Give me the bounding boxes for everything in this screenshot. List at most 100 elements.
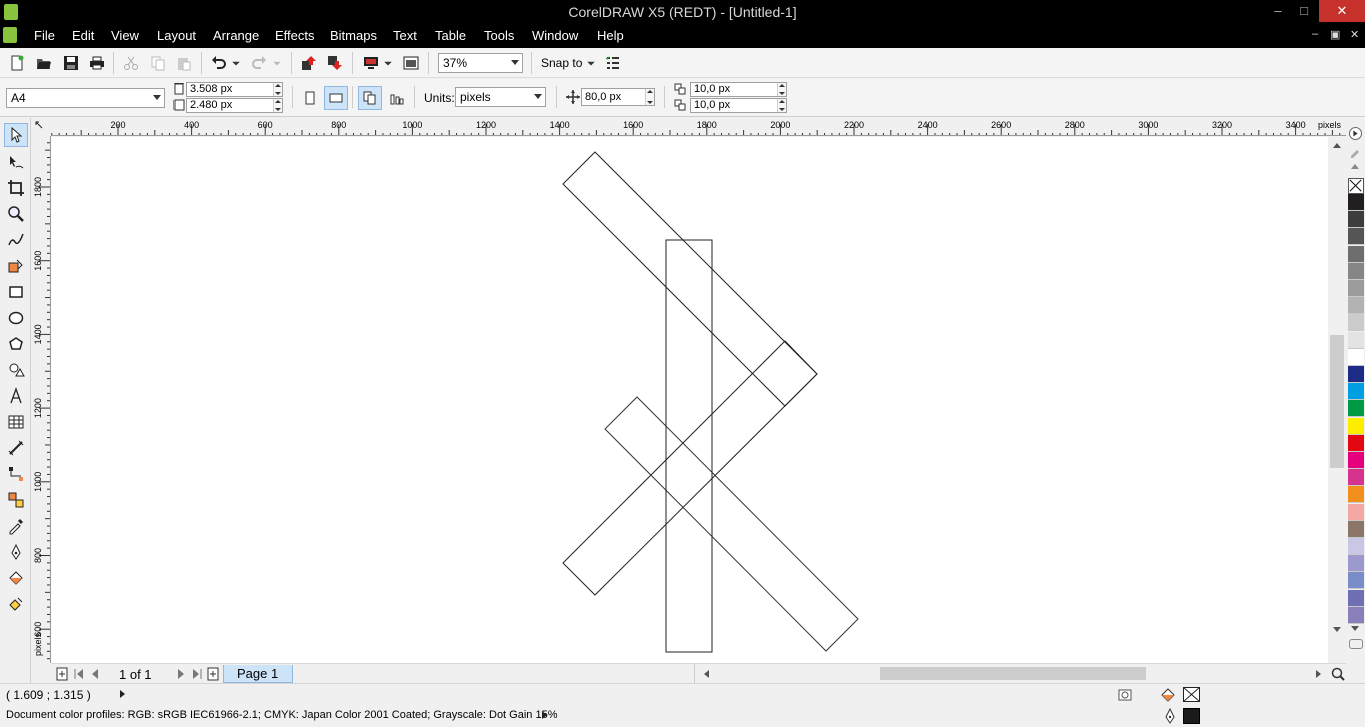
options-icon[interactable] bbox=[604, 54, 622, 72]
ellipse-tool-icon[interactable] bbox=[4, 306, 28, 330]
color-swatch[interactable] bbox=[1348, 417, 1364, 435]
application-launcher-icon[interactable] bbox=[362, 54, 380, 72]
open-icon[interactable] bbox=[35, 54, 53, 72]
minimize-button[interactable]: – bbox=[1264, 0, 1292, 22]
import-icon[interactable] bbox=[300, 54, 318, 72]
color-swatch[interactable] bbox=[1348, 434, 1364, 452]
print-icon[interactable] bbox=[88, 54, 106, 72]
blend-tool-icon[interactable] bbox=[4, 488, 28, 512]
current-page-button[interactable] bbox=[385, 86, 409, 110]
color-swatch[interactable] bbox=[1348, 297, 1364, 315]
color-swatch[interactable] bbox=[1348, 194, 1364, 211]
eyedropper-tool-icon[interactable] bbox=[4, 514, 28, 538]
fill-tool-icon[interactable] bbox=[4, 566, 28, 590]
menu-tools[interactable]: Tools bbox=[484, 28, 514, 43]
basic-shapes-tool-icon[interactable] bbox=[4, 358, 28, 382]
maximize-button[interactable]: □ bbox=[1290, 0, 1318, 22]
scroll-left-icon[interactable] bbox=[704, 670, 709, 678]
table-tool-icon[interactable] bbox=[4, 410, 28, 434]
rotated-rectangle-upper[interactable] bbox=[562, 151, 818, 407]
smart-fill-tool-icon[interactable] bbox=[4, 254, 28, 278]
menu-text[interactable]: Text bbox=[393, 28, 417, 43]
rectangle-tool-icon[interactable] bbox=[4, 280, 28, 304]
vertical-rectangle[interactable] bbox=[665, 239, 713, 653]
landscape-button[interactable] bbox=[324, 86, 348, 110]
color-swatch[interactable] bbox=[1348, 572, 1364, 590]
paste-icon[interactable] bbox=[175, 54, 193, 72]
page-height-field[interactable]: 2.480 px bbox=[186, 98, 283, 113]
page-width-field[interactable]: 3.508 px bbox=[186, 82, 283, 97]
zoom-tool-icon[interactable] bbox=[4, 202, 28, 226]
status-expand-icon[interactable] bbox=[120, 690, 125, 698]
color-swatch[interactable] bbox=[1348, 331, 1364, 349]
save-icon[interactable] bbox=[62, 54, 80, 72]
interactive-fill-tool-icon[interactable] bbox=[4, 592, 28, 616]
page-height-spinner[interactable] bbox=[273, 99, 282, 112]
previous-page-icon[interactable] bbox=[86, 665, 104, 683]
portrait-button[interactable] bbox=[298, 86, 322, 110]
page-width-spinner[interactable] bbox=[273, 83, 282, 96]
color-swatch[interactable] bbox=[1348, 280, 1364, 297]
menu-file[interactable]: File bbox=[34, 28, 55, 43]
palette-eyedropper-icon[interactable] bbox=[1349, 144, 1363, 161]
palette-scroll-up-icon[interactable] bbox=[1351, 164, 1359, 169]
menu-window[interactable]: Window bbox=[532, 28, 578, 43]
snap-status-icon[interactable] bbox=[1117, 687, 1133, 706]
doc-restore-button[interactable]: ▣ bbox=[1330, 28, 1340, 41]
launcher-dropdown-icon[interactable] bbox=[383, 54, 393, 72]
redo-dropdown-icon[interactable] bbox=[272, 54, 282, 72]
connector-tool-icon[interactable] bbox=[4, 462, 28, 486]
fill-color-swatch[interactable] bbox=[1183, 687, 1200, 702]
crop-tool-icon[interactable] bbox=[4, 176, 28, 200]
snap-dropdown-icon[interactable] bbox=[586, 54, 596, 72]
color-swatch[interactable] bbox=[1348, 245, 1364, 263]
page-tab[interactable]: Page 1 bbox=[223, 665, 293, 683]
menu-arrange[interactable]: Arrange bbox=[213, 28, 259, 43]
nudge-field[interactable]: 80,0 px bbox=[581, 88, 655, 106]
drawing-canvas[interactable] bbox=[51, 137, 1328, 663]
color-swatch[interactable] bbox=[1348, 538, 1364, 555]
rotated-rectangle-lower[interactable] bbox=[604, 396, 859, 652]
vertical-scroll-thumb[interactable] bbox=[1330, 335, 1344, 468]
color-swatch[interactable] bbox=[1348, 589, 1364, 607]
palette-expand-icon[interactable] bbox=[1349, 639, 1363, 649]
menu-layout[interactable]: Layout bbox=[157, 28, 196, 43]
menu-bitmaps[interactable]: Bitmaps bbox=[330, 28, 377, 43]
profiles-expand-icon[interactable] bbox=[542, 711, 547, 719]
vertical-scrollbar[interactable] bbox=[1328, 137, 1346, 663]
color-swatch[interactable] bbox=[1348, 400, 1364, 418]
color-swatch[interactable] bbox=[1348, 262, 1364, 280]
shape-tool-icon[interactable] bbox=[4, 150, 28, 174]
horizontal-scroll-thumb[interactable] bbox=[880, 667, 1146, 680]
units-combo[interactable]: pixels bbox=[455, 87, 546, 107]
nudge-spinner[interactable] bbox=[645, 89, 654, 105]
color-swatch[interactable] bbox=[1348, 452, 1364, 469]
color-swatch[interactable] bbox=[1348, 503, 1364, 521]
color-swatch[interactable] bbox=[1348, 314, 1364, 332]
color-swatch[interactable] bbox=[1348, 228, 1364, 246]
close-window-button[interactable]: ✕ bbox=[1319, 0, 1365, 22]
cut-icon[interactable] bbox=[122, 54, 140, 72]
color-swatch[interactable] bbox=[1348, 348, 1364, 366]
duplicate-y-field[interactable]: 10,0 px bbox=[690, 98, 787, 113]
scroll-right-icon[interactable] bbox=[1316, 670, 1321, 678]
outline-color-swatch[interactable] bbox=[1183, 708, 1200, 724]
document-icon[interactable] bbox=[3, 27, 17, 43]
polygon-tool-icon[interactable] bbox=[4, 332, 28, 356]
outline-pen-tool-icon[interactable] bbox=[4, 540, 28, 564]
redo-icon[interactable] bbox=[250, 54, 268, 72]
rotated-rectangle-middle[interactable] bbox=[562, 340, 818, 596]
zoom-navigator-icon[interactable] bbox=[1329, 665, 1347, 683]
undo-dropdown-icon[interactable] bbox=[231, 54, 241, 72]
duplicate-x-spinner[interactable] bbox=[777, 83, 786, 96]
doc-minimize-button[interactable]: – bbox=[1312, 28, 1318, 40]
export-icon[interactable] bbox=[326, 54, 344, 72]
new-document-icon[interactable] bbox=[8, 54, 26, 72]
scroll-up-icon[interactable] bbox=[1333, 143, 1341, 148]
color-swatch[interactable] bbox=[1348, 211, 1364, 229]
horizontal-ruler[interactable]: 200 400 600 800 1000 1200 1400 1600 1800 2000 2200… bbox=[51, 118, 1346, 136]
snap-to-label[interactable]: Snap to bbox=[541, 56, 582, 70]
duplicate-y-spinner[interactable] bbox=[777, 99, 786, 112]
color-swatch[interactable] bbox=[1348, 366, 1364, 383]
pick-tool-icon[interactable] bbox=[4, 123, 28, 147]
